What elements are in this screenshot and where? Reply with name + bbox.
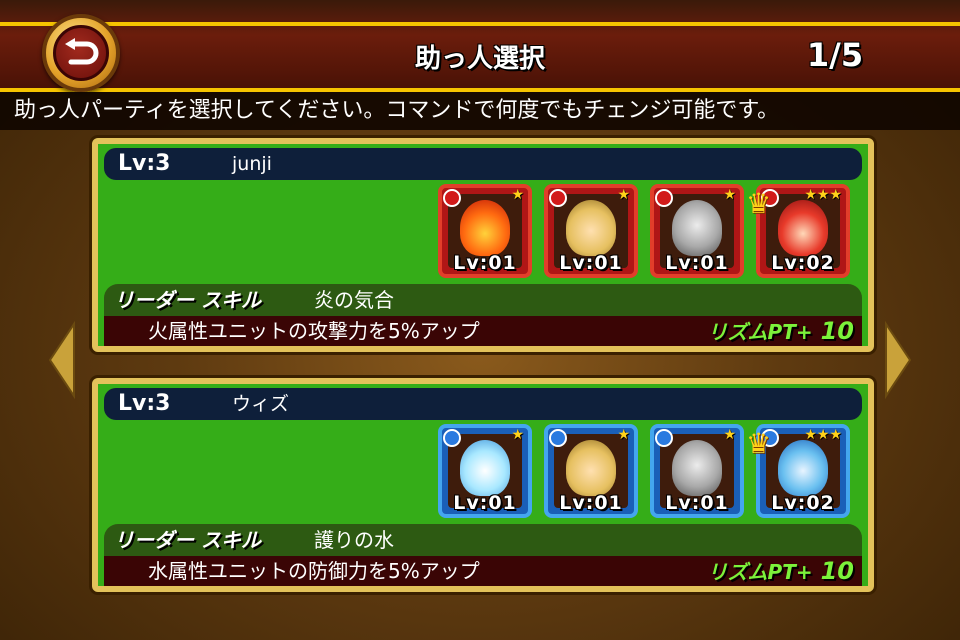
water-spirit-icon (460, 440, 510, 496)
skill-description-row: 火属性ユニットの攻撃力を5%アップ リズムPT+ 10 (104, 316, 862, 346)
winged-warrior-icon (566, 200, 616, 256)
next-page-arrow-icon[interactable] (882, 318, 916, 402)
water-orb-icon (549, 429, 567, 447)
fire-spirit-icon (460, 200, 510, 256)
rhythm-value: 10 (820, 557, 854, 585)
leader-skill-label: リーダー スキル (114, 288, 261, 312)
helper-party-card[interactable]: Lv:3 ウィズ ★ Lv:01 ★ Lv:01 ★ Lv:01 ★★★ Lv:… (92, 378, 874, 592)
unit-level: Lv:01 (665, 252, 729, 274)
unit-level: Lv:02 (771, 252, 835, 274)
red-hair-hero-icon (778, 200, 828, 256)
unit-card: ★ Lv:01 (438, 424, 532, 518)
rhythm-bonus: リズムPT+ 10 (707, 556, 854, 586)
rhythm-label: リズムPT+ (707, 320, 813, 344)
rarity-stars: ★★★ (804, 187, 842, 203)
party-header: Lv:3 ウィズ (104, 388, 862, 420)
skill-description-row: 水属性ユニットの防御力を5%アップ リズムPT+ 10 (104, 556, 862, 586)
unit-card: ★ Lv:01 (544, 184, 638, 278)
fire-orb-icon (549, 189, 567, 207)
unit-card: ★ Lv:01 (438, 184, 532, 278)
unit-level: Lv:01 (453, 492, 517, 514)
page-title: 助っ人選択 (414, 44, 545, 74)
rarity-stars: ★★★ (804, 427, 842, 443)
rarity-stars: ★ (723, 427, 736, 443)
header-gold-band (0, 22, 960, 26)
rarity-stars: ★ (511, 187, 524, 203)
player-name: ウィズ (232, 393, 290, 415)
armored-knight-icon (672, 200, 722, 256)
rhythm-label: リズムPT+ (707, 560, 813, 584)
unit-level: Lv:02 (771, 492, 835, 514)
leader-skill-row: リーダー スキル 炎の気合 (104, 284, 862, 316)
unit-card: ★ Lv:01 (544, 424, 638, 518)
water-orb-icon (443, 429, 461, 447)
helper-party-card[interactable]: Lv:3 junji ★ Lv:01 ★ Lv:01 ★ Lv:01 ★★★ L… (92, 138, 874, 352)
rarity-stars: ★ (617, 427, 630, 443)
instruction-text: 助っ人パーティを選択してください。コマンドで何度でもチェンジ可能です。 (0, 92, 960, 130)
unit-level: Lv:01 (559, 252, 623, 274)
rarity-stars: ★ (723, 187, 736, 203)
player-name: junji (232, 153, 272, 175)
rhythm-value: 10 (820, 317, 854, 345)
leader-crown-icon: ♛ (746, 187, 772, 220)
rhythm-bonus: リズムPT+ 10 (707, 316, 854, 346)
prev-page-arrow-icon[interactable] (44, 318, 78, 402)
leader-crown-icon: ♛ (746, 427, 772, 460)
fire-orb-icon (655, 189, 673, 207)
leader-skill-name: 炎の気合 (314, 288, 394, 312)
leader-skill-label: リーダー スキル (114, 528, 261, 552)
unit-card: ★ Lv:01 (650, 424, 744, 518)
unit-list: ★ Lv:01 ★ Lv:01 ★ Lv:01 ★★★ Lv:02 ♛ (438, 424, 858, 522)
unit-level: Lv:01 (453, 252, 517, 274)
water-orb-icon (655, 429, 673, 447)
armored-knight-icon (672, 440, 722, 496)
party-header: Lv:3 junji (104, 148, 862, 180)
leader-skill-description: 水属性ユニットの防御力を5%アップ (148, 559, 480, 583)
party-level: Lv:3 (118, 151, 171, 176)
unit-card: ★ Lv:01 (650, 184, 744, 278)
fire-orb-icon (443, 189, 461, 207)
back-button[interactable] (42, 14, 120, 92)
rarity-stars: ★ (511, 427, 524, 443)
back-arrow-icon (53, 25, 109, 81)
leader-skill-row: リーダー スキル 護りの水 (104, 524, 862, 556)
winged-warrior-icon (566, 440, 616, 496)
leader-skill-description: 火属性ユニットの攻撃力を5%アップ (148, 319, 480, 343)
unit-level: Lv:01 (665, 492, 729, 514)
blue-hair-mage-icon (778, 440, 828, 496)
rarity-stars: ★ (617, 187, 630, 203)
leader-skill-name: 護りの水 (314, 528, 394, 552)
unit-level: Lv:01 (559, 492, 623, 514)
unit-list: ★ Lv:01 ★ Lv:01 ★ Lv:01 ★★★ Lv:02 ♛ (438, 184, 858, 282)
page-counter: 1/5 (806, 36, 864, 74)
party-level: Lv:3 (118, 391, 171, 416)
